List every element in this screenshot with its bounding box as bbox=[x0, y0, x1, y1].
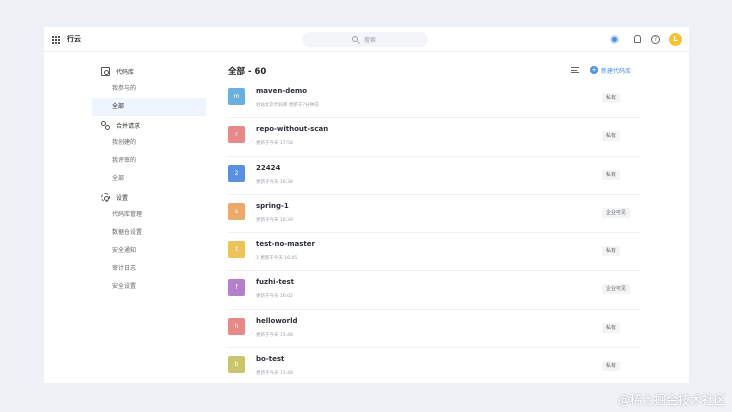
repo-meta: 更新于今天 16:39 bbox=[256, 217, 293, 223]
repo-avatar: b bbox=[228, 356, 245, 374]
repo-avatar: s bbox=[228, 202, 245, 220]
sidebar-item-security-settings[interactable]: 安全设置 bbox=[92, 278, 212, 296]
repo-name[interactable]: bo-test bbox=[256, 355, 284, 363]
visibility-badge: 私有 bbox=[602, 93, 621, 103]
sidebar: 代码库 我参与的 全部 合并请求 我创建的 我评审的 全部 设置 代码库管理 数… bbox=[92, 62, 212, 296]
sidebar-group-repos[interactable]: 代码库 bbox=[92, 62, 212, 80]
bell-icon[interactable] bbox=[634, 35, 641, 43]
repo-meta: 更新于今天 15:48 bbox=[256, 371, 293, 377]
sidebar-group-label: 代码库 bbox=[116, 68, 135, 76]
main-content: 全部 - 60 + 新建代码库 m maven-demo 驻站北京代码库 更新于… bbox=[228, 62, 641, 376]
visibility-badge: 私有 bbox=[602, 361, 621, 372]
sidebar-group-label: 设置 bbox=[116, 194, 129, 202]
repo-row[interactable]: t test-no-master 1 更新于今天 16:05 私有 bbox=[228, 233, 641, 272]
repo-avatar: r bbox=[228, 126, 245, 144]
gear-icon bbox=[101, 192, 110, 202]
search-placeholder: 搜索 bbox=[364, 37, 377, 44]
app-title: 行云 bbox=[67, 35, 81, 43]
sidebar-item-all-mrs[interactable]: 全部 bbox=[92, 170, 212, 188]
sidebar-item-all-repos[interactable]: 全部 bbox=[92, 98, 206, 116]
sidebar-item-participated[interactable]: 我参与的 bbox=[92, 80, 212, 98]
merge-request-icon bbox=[101, 120, 110, 130]
repo-row[interactable]: f fuzhi-test 更新于今天 16:02 企业可见 bbox=[228, 271, 641, 310]
top-bar: 行云 搜索 ? L bbox=[44, 27, 689, 52]
repo-avatar: m bbox=[228, 88, 245, 105]
visibility-badge: 企业可见 bbox=[602, 284, 631, 295]
repo-name[interactable]: maven-demo bbox=[256, 87, 307, 95]
sidebar-item-repo-management[interactable]: 代码库管理 bbox=[92, 206, 212, 224]
repo-avatar: f bbox=[228, 279, 245, 297]
repo-meta: 更新于今天 15:48 bbox=[256, 332, 293, 338]
sidebar-group-settings[interactable]: 设置 bbox=[92, 188, 212, 206]
sidebar-item-warehouse-settings[interactable]: 数据仓设置 bbox=[92, 224, 212, 242]
plus-icon: + bbox=[590, 66, 598, 74]
repo-avatar: t bbox=[228, 241, 245, 259]
repo-meta: 1 更新于今天 16:05 bbox=[256, 256, 298, 262]
main-header: 全部 - 60 + 新建代码库 bbox=[228, 62, 641, 80]
repo-name[interactable]: fuzhi-test bbox=[256, 278, 294, 286]
repo-avatar: h bbox=[228, 317, 245, 335]
repo-name[interactable]: helloworld bbox=[256, 317, 297, 325]
new-repo-button[interactable]: + 新建代码库 bbox=[590, 64, 631, 76]
repo-meta: 驻站北京代码库 更新于7分钟前 bbox=[256, 103, 319, 108]
visibility-badge: 私有 bbox=[602, 131, 621, 142]
user-avatar[interactable]: L bbox=[669, 33, 682, 46]
repo-name[interactable]: spring-1 bbox=[256, 202, 289, 210]
repo-row[interactable]: m maven-demo 驻站北京代码库 更新于7分钟前 私有 bbox=[228, 80, 641, 119]
search-input[interactable]: 搜索 bbox=[302, 32, 428, 47]
page-title: 全部 - 60 bbox=[228, 67, 267, 77]
app-grid-icon[interactable] bbox=[52, 36, 60, 44]
visibility-badge: 企业可见 bbox=[602, 207, 631, 218]
repo-icon bbox=[101, 66, 110, 76]
repo-meta: 更新于今天 16:02 bbox=[256, 294, 293, 300]
repo-row[interactable]: s spring-1 更新于今天 16:39 企业可见 bbox=[228, 195, 641, 234]
sidebar-item-created[interactable]: 我创建的 bbox=[92, 134, 212, 152]
sidebar-group-label: 合并请求 bbox=[116, 122, 141, 130]
sidebar-item-reviewed[interactable]: 我评审的 bbox=[92, 152, 212, 170]
visibility-badge: 私有 bbox=[602, 169, 621, 180]
app-window: 行云 搜索 ? L 代码库 我参与的 全部 合并请求 我创建的 我评审的 全部 … bbox=[44, 27, 689, 383]
repo-meta: 更新于今天 17:58 bbox=[256, 141, 293, 147]
status-dot-icon[interactable] bbox=[610, 35, 619, 44]
repo-name[interactable]: repo-without-scan bbox=[256, 125, 328, 133]
help-icon[interactable]: ? bbox=[651, 35, 660, 44]
repo-row[interactable]: 2 22424 更新于今天 16:38 私有 bbox=[228, 157, 641, 195]
repo-row[interactable]: r repo-without-scan 更新于今天 17:58 私有 bbox=[228, 118, 641, 157]
sidebar-item-audit-log[interactable]: 审计日志 bbox=[92, 260, 212, 278]
visibility-badge: 私有 bbox=[602, 246, 621, 257]
repo-name[interactable]: 22424 bbox=[256, 164, 280, 172]
repo-row[interactable]: b bo-test 更新于今天 15:48 私有 bbox=[228, 348, 641, 383]
watermark: @稀土掘金技术社区 bbox=[617, 393, 726, 407]
filter-icon[interactable] bbox=[571, 67, 579, 73]
search-icon bbox=[352, 36, 358, 42]
new-repo-label: 新建代码库 bbox=[601, 67, 632, 75]
visibility-badge: 私有 bbox=[602, 322, 621, 333]
sidebar-group-merge-requests[interactable]: 合并请求 bbox=[92, 116, 212, 134]
repo-avatar: 2 bbox=[228, 164, 245, 182]
repo-name[interactable]: test-no-master bbox=[256, 240, 315, 248]
repo-list: m maven-demo 驻站北京代码库 更新于7分钟前 私有 r repo-w… bbox=[228, 80, 641, 383]
sidebar-item-security-notice[interactable]: 安全通知 bbox=[92, 242, 212, 260]
repo-row[interactable]: h helloworld 更新于今天 15:48 私有 bbox=[228, 310, 641, 349]
repo-meta: 更新于今天 16:38 bbox=[256, 179, 293, 185]
